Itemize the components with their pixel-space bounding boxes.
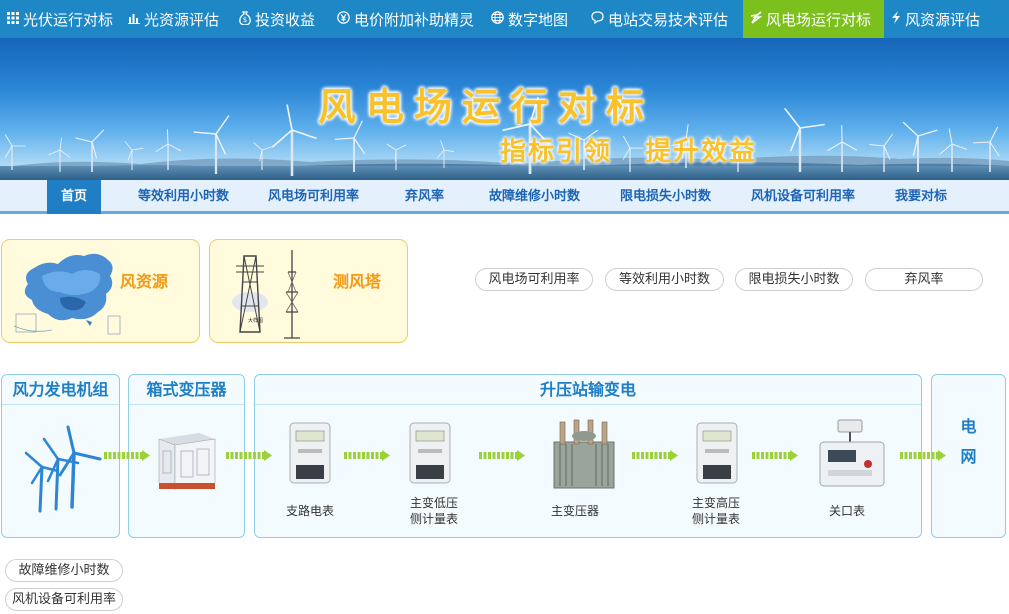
banner-turbine [272, 104, 317, 176]
met-tower-card[interactable]: 大样图 测风塔 [209, 239, 408, 343]
wind-turbine-image [24, 425, 102, 513]
branch-meter-image [289, 422, 331, 484]
grid-icon [7, 11, 19, 27]
banner-turbine [193, 115, 230, 174]
banner-turbine [939, 128, 967, 172]
nav-item-label: 光伏运行对标 [23, 10, 114, 29]
banner-turbine [124, 141, 144, 170]
banner-subtitle: 指标引领 提升效益 [500, 137, 758, 167]
nav-item-trade-eval[interactable]: 电站交易技术评估 [584, 0, 743, 38]
met-tower-label: 测风塔 [333, 272, 382, 291]
nav-item-subsidy[interactable]: 电价附加补助精灵 [330, 0, 484, 38]
nav-item-digital-map[interactable]: 数字地图 [484, 0, 584, 38]
banner: 风电场运行对标 指标引领 提升效益 [0, 38, 1009, 180]
banner-turbine [902, 121, 938, 172]
banner-turbine [972, 126, 1000, 172]
wind-tower-image: 大样图 [232, 250, 300, 339]
lightning-icon [750, 11, 763, 27]
main-transformer-image [553, 419, 615, 489]
nav-item-label: 电价附加补助精灵 [354, 10, 475, 29]
banner-turbine [784, 108, 825, 172]
globe-icon [491, 11, 504, 27]
tab-home[interactable]: 首页 [47, 180, 102, 214]
banner-turbine [869, 133, 893, 172]
nav-item-wind-benchmark[interactable]: 风电场运行对标 [743, 0, 884, 38]
sub-nav: 首页 等效利用小时数 风电场可利用率 弃风率 故障维修小时数 限电损失小时数 风… [0, 180, 1009, 214]
top-nav: 光伏运行对标 光资源评估 $ 投资收益 电价附加补助精灵 数字地图 电站交易技术… [0, 0, 1009, 38]
pill-fault-repair-hours[interactable]: 故障维修小时数 [5, 559, 123, 582]
nav-item-label: 数字地图 [508, 10, 569, 29]
chat-icon [591, 11, 604, 27]
tab-limit-loss-hours[interactable]: 限电损失小时数 [620, 180, 711, 211]
banner-turbine [437, 140, 455, 168]
pill-farm-availability[interactable]: 风电场可利用率 [475, 268, 593, 291]
tab-farm-availability[interactable]: 风电场可利用率 [268, 180, 359, 211]
money-bag-icon: $ [239, 10, 251, 28]
wind-resource-label: 风资源 [120, 272, 169, 291]
flow-arrow [900, 450, 946, 461]
flow-arrow [479, 450, 525, 461]
tab-equivalent-hours[interactable]: 等效利用小时数 [138, 180, 229, 211]
low-voltage-meter-caption: 主变低压 侧计量表 [409, 496, 458, 526]
flow-arrow [344, 450, 390, 461]
pill-limit-loss-hours[interactable]: 限电损失小时数 [735, 268, 853, 291]
banner-turbine [386, 143, 407, 170]
tab-fault-repair-hours[interactable]: 故障维修小时数 [489, 180, 580, 211]
nav-item-label: 电站交易技术评估 [608, 10, 729, 29]
bar-chart-icon [128, 12, 140, 27]
banner-turbine [48, 137, 71, 172]
svg-text:大样图: 大样图 [248, 317, 263, 324]
wind-resource-card[interactable]: 风资源 [1, 239, 200, 343]
svg-text:$: $ [243, 16, 247, 24]
low-voltage-meter-image [409, 422, 451, 484]
box-transformer-box-title: 箱式变压器 [129, 375, 244, 405]
branch-meter-caption: 支路电表 [285, 504, 334, 518]
banner-turbine [827, 124, 857, 172]
high-voltage-meter-caption: 主变高压 侧计量表 [691, 496, 740, 526]
banner-turbine [253, 142, 273, 170]
flow-arrow [752, 450, 798, 461]
flow-arrow [632, 450, 678, 461]
china-map-image [13, 253, 121, 335]
nav-item-label: 风资源评估 [905, 10, 981, 29]
nav-item-label: 光资源评估 [144, 10, 220, 29]
gateway-meter-caption: 关口表 [828, 504, 865, 518]
grid-title-char-1: 电 [960, 417, 977, 436]
nav-item-pv-benchmark[interactable]: 光伏运行对标 [0, 0, 121, 38]
high-voltage-meter-image [696, 422, 738, 484]
tab-my-benchmark[interactable]: 我要对标 [895, 180, 947, 211]
wind-turbine-box-title: 风力发电机组 [2, 375, 119, 405]
box-transformer-image [158, 433, 216, 490]
pill-equivalent-hours[interactable]: 等效利用小时数 [605, 268, 724, 291]
substation-box-title: 升压站输变电 [255, 375, 921, 405]
tab-equipment-availability[interactable]: 风机设备可利用率 [751, 180, 855, 211]
tab-curtailment-rate[interactable]: 弃风率 [405, 180, 444, 211]
pill-equipment-availability[interactable]: 风机设备可利用率 [5, 588, 123, 611]
flow-arrow [226, 450, 272, 461]
wind-turbine-box: 风力发电机组 [1, 374, 120, 538]
gateway-meter-image [819, 419, 885, 487]
nav-item-pv-resource[interactable]: 光资源评估 [121, 0, 232, 38]
pill-curtailment-rate[interactable]: 弃风率 [865, 268, 983, 291]
nav-item-label: 风电场运行对标 [766, 10, 872, 29]
nav-item-label: 投资收益 [255, 10, 316, 29]
nav-item-wind-resource[interactable]: 风资源评估 [884, 0, 1009, 38]
flow-arrow [104, 450, 150, 461]
nav-item-investment[interactable]: $ 投资收益 [232, 0, 330, 38]
main-transformer-caption: 主变压器 [550, 504, 599, 518]
banner-turbine [75, 129, 105, 172]
yen-icon [337, 11, 350, 27]
banner-turbine [4, 134, 26, 170]
lightning-icon [891, 11, 901, 27]
banner-turbine [155, 129, 182, 170]
banner-title: 风电场运行对标 [318, 85, 655, 129]
